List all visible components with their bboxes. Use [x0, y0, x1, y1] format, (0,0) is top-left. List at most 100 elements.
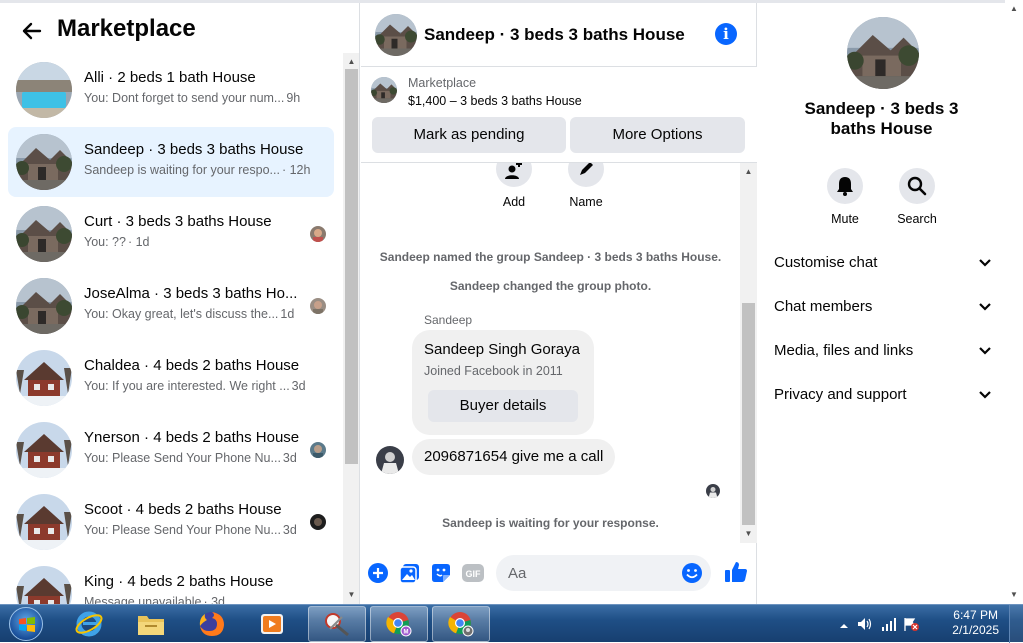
- chevron-down-icon: [979, 259, 991, 267]
- section-label: Privacy and support: [774, 386, 907, 403]
- listing-thumbnail: [16, 566, 72, 604]
- search-icon: [899, 168, 935, 204]
- message-input-box[interactable]: [496, 555, 711, 591]
- list-item[interactable]: Curt · 3 beds 3 baths House You: ?? · 1d: [8, 199, 334, 269]
- firefox-icon[interactable]: [183, 606, 241, 642]
- list-item[interactable]: Sandeep · 3 beds 3 baths House Sandeep i…: [8, 127, 334, 197]
- privacy-support-section[interactable]: Privacy and support: [766, 375, 998, 415]
- info-icon[interactable]: i: [715, 23, 737, 45]
- customise-chat-section[interactable]: Customise chat: [766, 243, 998, 283]
- emoji-icon[interactable]: [681, 562, 703, 584]
- scrollbar-thumb[interactable]: [742, 303, 755, 525]
- action-center-flag-icon[interactable]: [903, 617, 919, 631]
- conversation-time: 1d: [280, 307, 295, 321]
- chat-scrollbar[interactable]: ▲ ▼: [740, 163, 757, 543]
- avatar[interactable]: [376, 446, 404, 474]
- list-item[interactable]: Scoot · 4 beds 2 baths House You: Please…: [8, 487, 334, 557]
- search-button[interactable]: Search: [892, 168, 942, 226]
- message-input[interactable]: [508, 555, 678, 591]
- messenger-window: Marketplace Alli · 2 beds 1 bath House Y…: [0, 0, 1023, 604]
- listing-title[interactable]: $1,400 – 3 beds 3 baths House: [408, 94, 582, 108]
- mark-as-pending-button[interactable]: Mark as pending: [372, 117, 566, 153]
- start-button[interactable]: [4, 606, 48, 642]
- plus-circle-icon[interactable]: [366, 561, 390, 585]
- chevron-down-icon: [979, 391, 991, 399]
- snipping-tool-icon[interactable]: [308, 606, 366, 642]
- bell-icon: [827, 168, 863, 204]
- sidebar-scrollbar[interactable]: ▲ ▼: [343, 53, 359, 604]
- back-arrow-icon[interactable]: [18, 17, 46, 45]
- conversation-preview-row: You: ?? · 1d: [84, 235, 150, 249]
- list-item[interactable]: King · 4 beds 2 baths House Message unav…: [8, 559, 334, 604]
- network-icon[interactable]: [881, 617, 897, 631]
- add-label: Add: [502, 195, 526, 209]
- add-people-button[interactable]: Add: [484, 163, 544, 209]
- conversation-name: Sandeep · 3 beds 3 baths House: [84, 141, 304, 158]
- conversation-preview: Sandeep is waiting for your respo...: [84, 163, 280, 177]
- listing-thumbnail[interactable]: [371, 77, 397, 103]
- windows-taskbar: M 6:47 PM 2/1/2025: [0, 604, 1023, 643]
- chat-details-pane: Sandeep · 3 beds 3 baths House Mute Sear…: [758, 3, 1005, 604]
- conversation-name: Ynerson · 4 beds 2 baths House: [84, 429, 300, 446]
- conversation-preview: You: Please Send Your Phone Nu...: [84, 523, 281, 537]
- conversation-name: Chaldea · 4 beds 2 baths House: [84, 357, 300, 374]
- pencil-icon: [568, 163, 604, 187]
- chat-members-section[interactable]: Chat members: [766, 287, 998, 327]
- buyer-details-button[interactable]: Buyer details: [428, 390, 578, 422]
- listing-thumbnail: [16, 422, 72, 478]
- conversation-name: King · 4 beds 2 baths House: [84, 573, 274, 590]
- marketplace-label: Marketplace: [408, 76, 477, 90]
- thumbs-up-icon[interactable]: [723, 559, 747, 583]
- chrome-profile-icon[interactable]: [432, 606, 490, 642]
- scrollbar-thumb[interactable]: [345, 69, 358, 464]
- scroll-down-icon[interactable]: ▼: [740, 527, 757, 541]
- edit-name-button[interactable]: Name: [556, 163, 616, 209]
- clock-time: 6:47 PM: [953, 608, 998, 622]
- media-player-icon[interactable]: [243, 606, 301, 642]
- conversation-time: 3d: [282, 451, 297, 465]
- conversation-preview-row: You: If you are interested. We right ...…: [84, 379, 306, 393]
- chat-avatar[interactable]: [375, 14, 417, 56]
- chevron-down-icon: [979, 347, 991, 355]
- group-avatar[interactable]: [847, 17, 919, 89]
- listing-thumbnail: [16, 350, 72, 406]
- section-label: Media, files and links: [774, 342, 914, 359]
- volume-icon[interactable]: [857, 617, 873, 631]
- list-item[interactable]: Alli · 2 beds 1 bath House You: Dont for…: [8, 55, 334, 125]
- scroll-up-icon[interactable]: ▲: [1005, 2, 1023, 16]
- mute-button[interactable]: Mute: [820, 168, 870, 226]
- list-item[interactable]: Chaldea · 4 beds 2 baths House You: If y…: [8, 343, 334, 413]
- listing-thumbnail: [16, 206, 72, 262]
- internet-explorer-icon[interactable]: [60, 606, 118, 642]
- system-message: Sandeep changed the group photo.: [449, 279, 652, 293]
- show-hidden-icons-icon[interactable]: [839, 618, 849, 632]
- conversation-preview-row: You: Please Send Your Phone Nu... 3d: [84, 523, 297, 537]
- taskbar-clock[interactable]: 6:47 PM 2/1/2025: [952, 608, 999, 638]
- chrome-profile-icon[interactable]: M: [370, 606, 428, 642]
- chat-pane: Sandeep · 3 beds 3 baths House i Marketp…: [361, 3, 757, 604]
- sidebar-header: Marketplace: [0, 3, 359, 53]
- conversation-time: · 1d: [127, 235, 150, 249]
- scroll-down-icon[interactable]: ▼: [343, 588, 359, 602]
- message-bubble[interactable]: 2096871654 give me a call: [412, 439, 616, 475]
- chat-header: Sandeep · 3 beds 3 baths House i: [361, 3, 757, 67]
- scroll-down-icon[interactable]: ▼: [1005, 588, 1023, 602]
- gif-icon[interactable]: GIF: [461, 561, 485, 585]
- more-options-button[interactable]: More Options: [570, 117, 745, 153]
- media-files-links-section[interactable]: Media, files and links: [766, 331, 998, 371]
- windows-logo-icon: [9, 607, 43, 641]
- conversation-preview: You: Dont forget to send your num...: [84, 91, 285, 105]
- listing-thumbnail: [16, 134, 72, 190]
- scroll-up-icon[interactable]: ▲: [740, 165, 757, 179]
- list-item[interactable]: Ynerson · 4 beds 2 baths House You: Plea…: [8, 415, 334, 485]
- photo-icon[interactable]: [398, 561, 422, 585]
- list-item[interactable]: JoseAlma · 3 beds 3 baths Ho... You: Oka…: [8, 271, 334, 341]
- chat-title[interactable]: Sandeep · 3 beds 3 baths House: [424, 25, 685, 45]
- show-desktop-button[interactable]: [1009, 605, 1023, 643]
- scroll-up-icon[interactable]: ▲: [343, 55, 359, 69]
- system-message: Sandeep named the group Sandeep · 3 beds…: [379, 250, 722, 264]
- sticker-icon[interactable]: [429, 561, 453, 585]
- conversation-preview: You: Okay great, let's discuss the...: [84, 307, 279, 321]
- page-scrollbar[interactable]: ▲ ▼: [1005, 0, 1023, 604]
- file-explorer-icon[interactable]: [122, 606, 180, 642]
